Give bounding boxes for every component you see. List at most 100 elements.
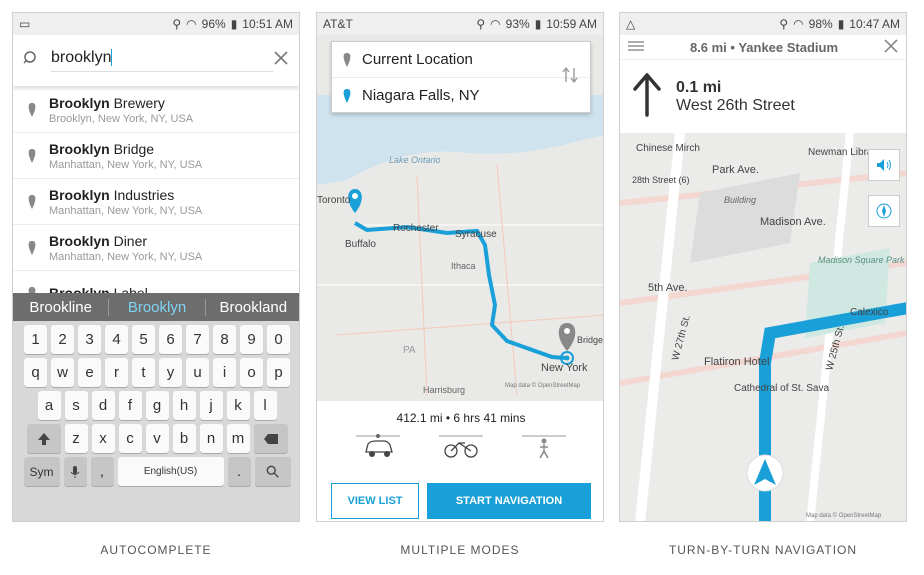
navigation-map[interactable]: Chinese Mirch 28th Street (6) Park Ave. … bbox=[620, 132, 906, 521]
swap-icon[interactable] bbox=[562, 66, 578, 89]
key-j[interactable]: j bbox=[199, 391, 223, 420]
map-label: Rochester bbox=[393, 223, 439, 234]
result-match: Brooklyn bbox=[49, 94, 110, 111]
key-b[interactable]: b bbox=[172, 424, 196, 453]
key-3[interactable]: 3 bbox=[78, 325, 101, 354]
key-t[interactable]: t bbox=[132, 358, 155, 387]
results-list: Brooklyn Brewery Brooklyn, New York, NY, … bbox=[13, 87, 299, 317]
autocomplete-phone: ▭ ⚲ ◠ 96% ▮ 10:51 AM brooklyn Brooklyn B… bbox=[12, 12, 300, 522]
caption-navigation: TURN-BY-TURN NAVIGATION bbox=[668, 543, 858, 557]
key-v[interactable]: v bbox=[145, 424, 169, 453]
key-4[interactable]: 4 bbox=[105, 325, 128, 354]
key-h[interactable]: h bbox=[172, 391, 196, 420]
key-m[interactable]: m bbox=[226, 424, 250, 453]
shift-key[interactable] bbox=[26, 424, 61, 453]
key-s[interactable]: s bbox=[64, 391, 88, 420]
search-query: brooklyn bbox=[51, 49, 113, 66]
map-label: Harrisburg bbox=[423, 385, 465, 395]
key-2[interactable]: 2 bbox=[51, 325, 74, 354]
key-r[interactable]: r bbox=[105, 358, 128, 387]
menu-icon[interactable] bbox=[628, 40, 644, 55]
volume-icon bbox=[877, 159, 891, 171]
key-c[interactable]: c bbox=[118, 424, 142, 453]
key-n[interactable]: n bbox=[199, 424, 223, 453]
key-0[interactable]: 0 bbox=[267, 325, 290, 354]
list-item[interactable]: Brooklyn Brewery Brooklyn, New York, NY, … bbox=[13, 87, 299, 133]
map-attribution: Map data © OpenStreetMap bbox=[505, 382, 581, 389]
status-bar: AT&T ⚲ ◠ 93% ▮ 10:59 AM bbox=[317, 13, 603, 35]
walk-icon[interactable] bbox=[521, 433, 566, 464]
key-i[interactable]: i bbox=[213, 358, 236, 387]
map3-canvas: Chinese Mirch 28th Street (6) Park Ave. … bbox=[620, 132, 906, 521]
suggestion-item[interactable]: Brookline bbox=[13, 299, 108, 316]
route-from-text: Current Location bbox=[362, 51, 473, 68]
result-rest: Industries bbox=[109, 186, 175, 203]
wifi-icon: ◠ bbox=[186, 17, 197, 31]
result-rest: Bridge bbox=[109, 140, 155, 157]
key-f[interactable]: f bbox=[118, 391, 142, 420]
period-key[interactable]: . bbox=[227, 457, 251, 486]
key-l[interactable]: l bbox=[253, 391, 277, 420]
mode-panel: 412.1 mi • 6 hrs 41 mins VIEW LIST START… bbox=[317, 401, 603, 521]
key-k[interactable]: k bbox=[226, 391, 250, 420]
map-label: Madison Ave. bbox=[760, 216, 826, 228]
route-map[interactable]: Lake Ontario Toronto Buffalo Rochester S… bbox=[317, 35, 603, 401]
compass-button[interactable] bbox=[868, 195, 900, 227]
result-match: Brooklyn bbox=[49, 232, 110, 249]
status-bar: △ ⚲ ◠ 98% ▮ 10:47 AM bbox=[620, 13, 906, 35]
search-bar: brooklyn bbox=[13, 35, 299, 87]
search-key[interactable] bbox=[254, 457, 291, 486]
key-6[interactable]: 6 bbox=[159, 325, 182, 354]
view-list-button[interactable]: VIEW LIST bbox=[331, 483, 419, 519]
volume-button[interactable] bbox=[868, 149, 900, 181]
key-9[interactable]: 9 bbox=[240, 325, 263, 354]
key-p[interactable]: p bbox=[267, 358, 290, 387]
key-q[interactable]: q bbox=[24, 358, 47, 387]
suggestion-bar: Brookline Brooklyn Brookland bbox=[13, 293, 299, 321]
key-y[interactable]: y bbox=[159, 358, 182, 387]
route-from-field[interactable]: Current Location bbox=[332, 42, 590, 78]
map-label: New York bbox=[541, 362, 588, 374]
car-icon[interactable] bbox=[356, 433, 401, 464]
key-1[interactable]: 1 bbox=[24, 325, 47, 354]
key-w[interactable]: w bbox=[51, 358, 74, 387]
result-rest: Diner bbox=[109, 232, 148, 249]
time-text: 10:47 AM bbox=[849, 17, 900, 31]
key-o[interactable]: o bbox=[240, 358, 263, 387]
key-g[interactable]: g bbox=[145, 391, 169, 420]
route-to-field[interactable]: Niagara Falls, NY bbox=[332, 78, 590, 113]
list-item[interactable]: Brooklyn Bridge Manhattan, New York, NY, … bbox=[13, 133, 299, 179]
key-z[interactable]: z bbox=[64, 424, 88, 453]
position-marker-icon bbox=[746, 454, 784, 492]
key-7[interactable]: 7 bbox=[186, 325, 209, 354]
comma-key[interactable]: , bbox=[90, 457, 114, 486]
key-8[interactable]: 8 bbox=[213, 325, 236, 354]
list-item[interactable]: Brooklyn Industries Manhattan, New York, … bbox=[13, 179, 299, 225]
key-x[interactable]: x bbox=[91, 424, 115, 453]
backspace-key[interactable] bbox=[253, 424, 288, 453]
result-match: Brooklyn bbox=[49, 186, 110, 203]
space-key[interactable]: English(US) bbox=[117, 457, 224, 486]
sym-key[interactable]: Sym bbox=[23, 457, 60, 486]
bike-icon[interactable] bbox=[438, 433, 483, 464]
result-title: Brooklyn Bridge bbox=[49, 141, 202, 157]
close-icon[interactable] bbox=[884, 38, 898, 56]
start-navigation-button[interactable]: START NAVIGATION bbox=[427, 483, 591, 519]
mic-key[interactable] bbox=[63, 457, 87, 486]
close-icon[interactable] bbox=[273, 50, 289, 71]
key-a[interactable]: a bbox=[37, 391, 61, 420]
search-icon[interactable] bbox=[23, 50, 39, 71]
location-icon: ⚲ bbox=[779, 17, 789, 31]
key-d[interactable]: d bbox=[91, 391, 115, 420]
search-input[interactable]: brooklyn bbox=[51, 49, 273, 72]
keyboard: 1234567890 qwertyuiop asdfghjkl zxcvbnm … bbox=[13, 321, 299, 521]
pin-icon bbox=[28, 194, 36, 209]
battery-icon: ▮ bbox=[534, 17, 542, 31]
key-5[interactable]: 5 bbox=[132, 325, 155, 354]
suggestion-item[interactable]: Brookland bbox=[206, 299, 299, 316]
list-item[interactable]: Brooklyn Diner Manhattan, New York, NY, U… bbox=[13, 225, 299, 271]
route-input-box: Current Location Niagara Falls, NY bbox=[331, 41, 591, 113]
key-e[interactable]: e bbox=[78, 358, 101, 387]
key-u[interactable]: u bbox=[186, 358, 209, 387]
suggestion-item[interactable]: Brooklyn bbox=[108, 298, 206, 316]
